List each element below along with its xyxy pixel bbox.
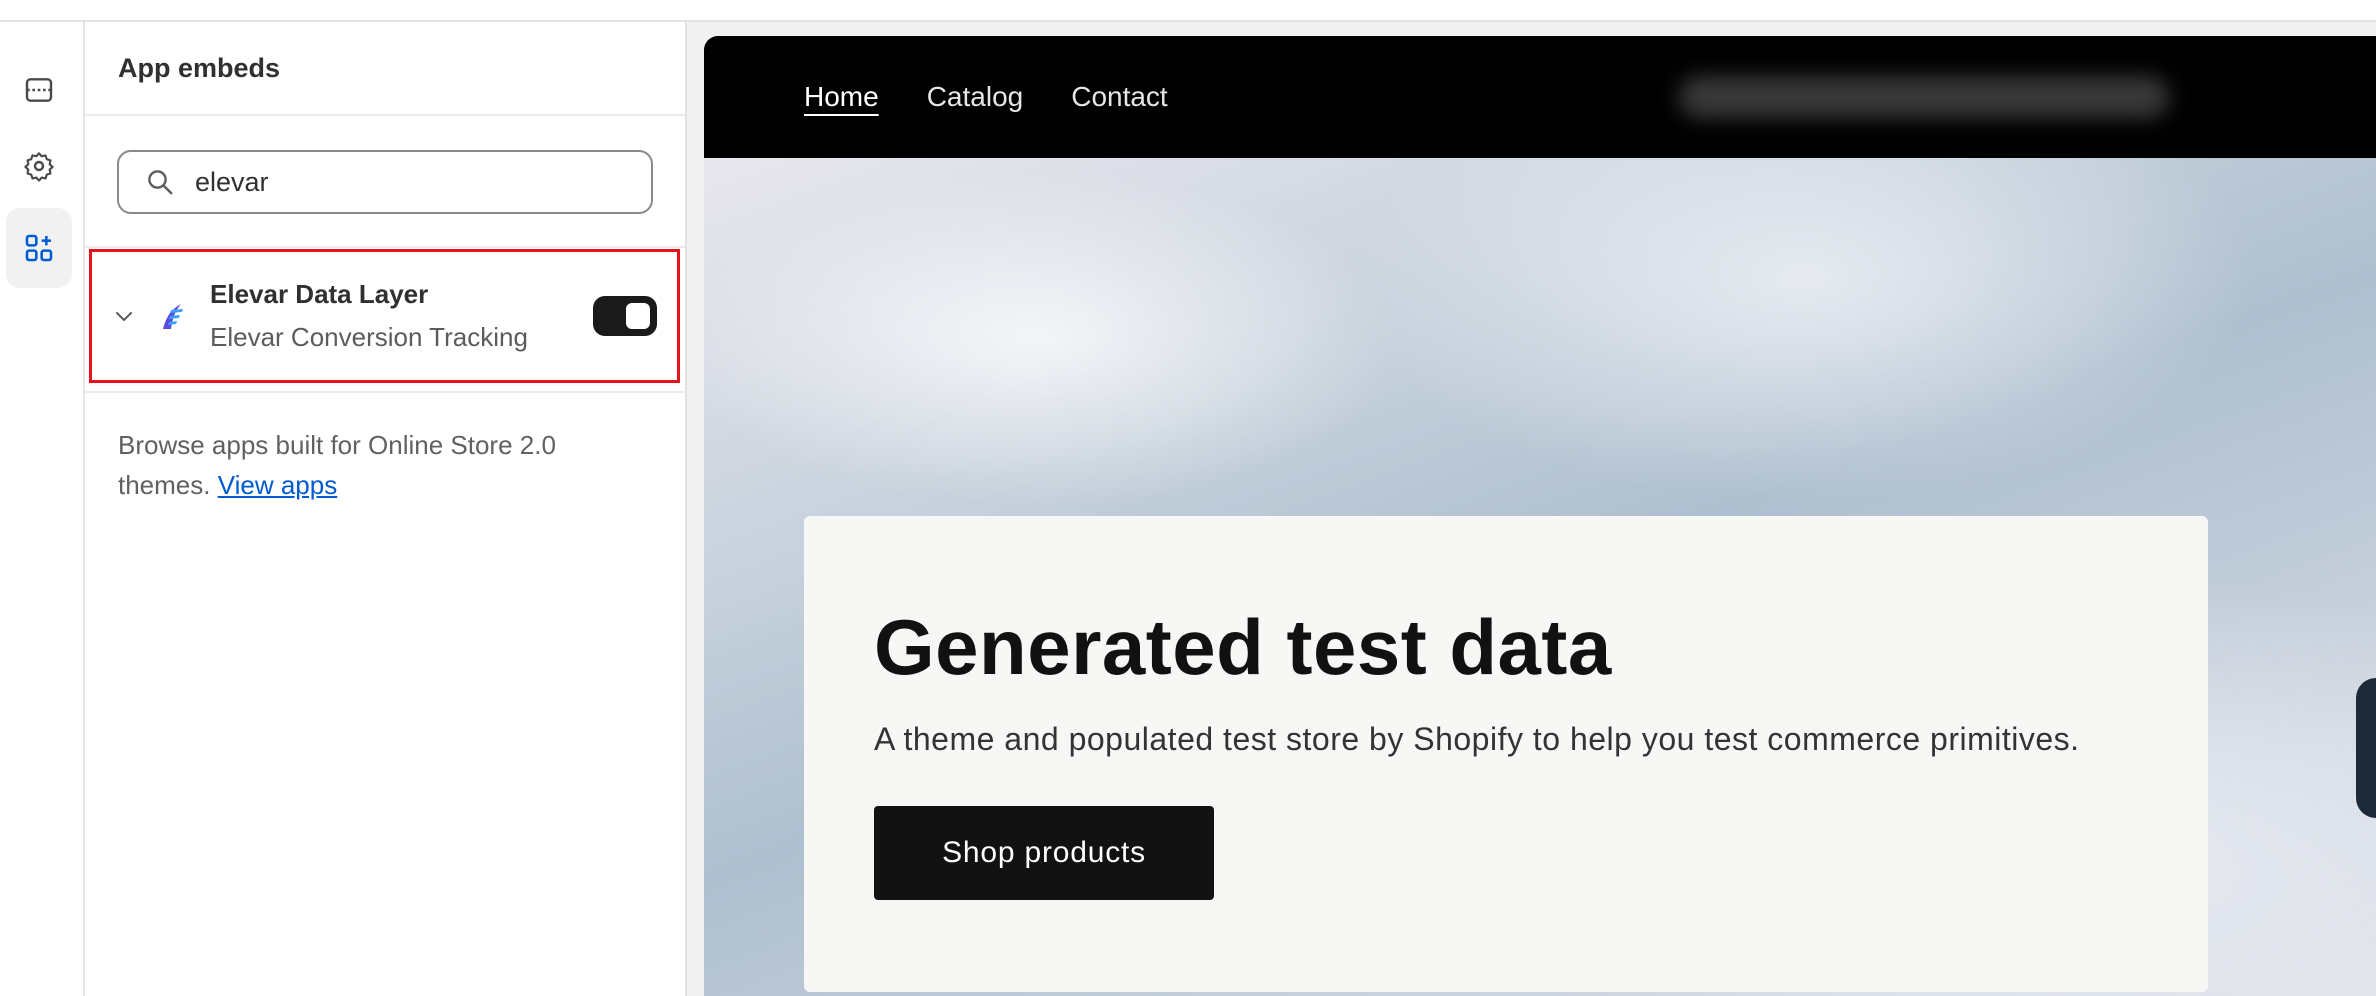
gear-icon [24, 152, 54, 182]
divider [85, 246, 685, 248]
app-embed-icon [25, 234, 53, 262]
hero-subtitle: A theme and populated test store by Shop… [874, 721, 2080, 757]
embed-toggle[interactable] [593, 296, 657, 336]
app-embeds-button[interactable] [6, 208, 72, 288]
sections-icon [25, 78, 53, 102]
store-preview: Home Catalog Contact Generated test data… [704, 36, 2376, 996]
app-embeds-panel: App embeds Elevar Data Layer Elevar Conv… [85, 22, 687, 996]
top-bar [0, 0, 2376, 22]
nav-home[interactable]: Home [804, 81, 879, 113]
panel-header: App embeds [85, 22, 685, 116]
hero-image-figure [2356, 678, 2376, 818]
search-wrapper [85, 116, 685, 214]
search-icon [148, 170, 173, 195]
nav-catalog[interactable]: Catalog [927, 81, 1024, 113]
panel-title: App embeds [118, 52, 281, 83]
hero-banner: Generated test data A theme and populate… [704, 158, 2376, 996]
embed-name: Elevar Data Layer [210, 279, 429, 309]
sections-button[interactable] [6, 50, 72, 130]
divider [85, 391, 687, 393]
nav-contact[interactable]: Contact [1071, 81, 1168, 113]
elevar-logo-icon [163, 304, 183, 329]
chevron-down-icon[interactable] [112, 304, 136, 328]
view-apps-link[interactable]: View apps [218, 470, 338, 500]
hero-title: Generated test data [874, 603, 1612, 691]
theme-settings-button[interactable] [6, 126, 72, 206]
embed-item-elevar[interactable]: Elevar Data Layer Elevar Conversion Trac… [89, 249, 680, 383]
browse-apps-text: Browse apps built for Online Store 2.0 t… [118, 425, 638, 505]
embed-subtitle: Elevar Conversion Tracking [210, 322, 528, 352]
shop-products-button[interactable]: Shop products [874, 806, 1214, 900]
toggle-knob [626, 303, 650, 329]
search-box[interactable] [117, 150, 653, 214]
embed-text: Elevar Data Layer Elevar Conversion Trac… [210, 279, 593, 353]
search-input[interactable] [195, 166, 595, 198]
icon-rail [0, 22, 85, 996]
hero-card: Generated test data A theme and populate… [804, 516, 2208, 992]
blurred-store-name [1679, 76, 2169, 118]
store-header: Home Catalog Contact [704, 36, 2376, 158]
